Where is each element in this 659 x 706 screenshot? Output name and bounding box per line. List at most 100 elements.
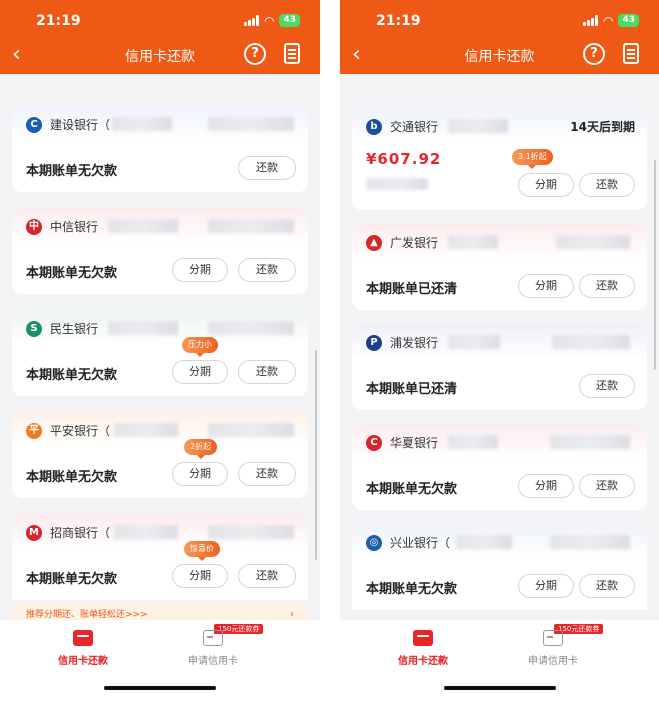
bank-logo-icon: ▲: [366, 235, 382, 251]
tab-bar: 信用卡还款 150元还款券 申请信用卡: [0, 620, 320, 706]
header: 21:19 ◠ 43 ‹ 信用卡还款 ?: [340, 0, 659, 74]
bank-logo-icon: C: [26, 117, 42, 133]
repay-button[interactable]: 还款: [238, 156, 296, 180]
bank-name: 建设银行（: [50, 118, 111, 132]
bank-logo-icon: C: [366, 435, 382, 451]
tab-credit-card-repay[interactable]: 信用卡还款: [38, 630, 128, 667]
card-item: S 民生银行 压力小 本期账单无欠款 分期 还款: [12, 310, 308, 396]
bill-status: 本期账单无欠款: [366, 582, 458, 597]
installment-button[interactable]: 分期: [172, 360, 228, 384]
bank-logo-icon: P: [366, 335, 382, 351]
bank-logo-icon: b: [366, 119, 382, 135]
installment-promo-banner[interactable]: 推荐分期还、账单轻松还>>> ›: [12, 604, 308, 620]
card-list[interactable]: b 交通银行 14天后到期 ¥607.92 3.1折起 分期 还款 ▲ 广发银行…: [340, 74, 659, 620]
promo-tag: 2折起: [184, 439, 218, 459]
card-item: P 浦发银行 本期账单已还清 还款: [352, 324, 647, 410]
repay-button[interactable]: 还款: [238, 564, 296, 588]
page-title: 信用卡还款: [464, 49, 535, 65]
help-icon[interactable]: ?: [244, 43, 266, 65]
tab-label: 申请信用卡: [188, 656, 238, 667]
bank-name: 招商银行（: [50, 526, 111, 540]
bank-logo-icon: 中: [26, 219, 42, 235]
status-bar: 21:19 ◠ 43: [340, 0, 659, 42]
repay-button[interactable]: 还款: [579, 474, 635, 498]
nav-bar: ‹ 信用卡还款 ?: [340, 42, 659, 74]
card-apply-icon: [203, 630, 223, 646]
status-bar: 21:19 ◠ 43: [0, 0, 320, 42]
card-item: M 招商银行（ 惊喜价 本期账单无欠款 分期 还款: [12, 514, 308, 600]
repay-button[interactable]: 还款: [579, 574, 635, 598]
battery-icon: 43: [618, 14, 639, 27]
bank-logo-icon: S: [26, 321, 42, 337]
bill-amount: ¥607.92: [366, 150, 442, 168]
card-item: C 华夏银行 本期账单无欠款 分期 还款: [352, 424, 647, 510]
promo-text: 推荐分期还、账单轻松还>>>: [26, 610, 148, 620]
bank-logo-icon: ◎: [366, 535, 382, 551]
bill-status: 本期账单无欠款: [26, 266, 118, 281]
tab-apply-card[interactable]: 150元还款券 申请信用卡: [508, 624, 604, 667]
repay-button[interactable]: 还款: [238, 360, 296, 384]
promo-tag: 3.1折起: [512, 149, 553, 169]
tab-credit-card-repay[interactable]: 信用卡还款: [378, 630, 468, 667]
card-item: ◎ 兴业银行（ 本期账单无欠款 分期 还款: [352, 524, 647, 610]
tab-label: 申请信用卡: [528, 656, 578, 667]
installment-button[interactable]: 分期: [518, 474, 574, 498]
chevron-right-icon: ›: [290, 609, 294, 620]
tab-label: 信用卡还款: [398, 656, 448, 667]
header: 21:19 ◠ 43 ‹ 信用卡还款 ?: [0, 0, 320, 74]
bill-status: 本期账单无欠款: [26, 572, 118, 587]
installment-button[interactable]: 分期: [518, 274, 574, 298]
bank-name: 兴业银行（: [390, 536, 451, 550]
card-item: ▲ 广发银行 本期账单已还清 分期 还款: [352, 224, 647, 310]
card-apply-icon: [543, 630, 563, 646]
right-screen: 21:19 ◠ 43 ‹ 信用卡还款 ? b 交通银行 14天后到期 ¥607.…: [340, 0, 659, 706]
repay-button[interactable]: 还款: [238, 462, 296, 486]
bill-status: 本期账单无欠款: [366, 482, 458, 497]
bank-name: 华夏银行: [390, 436, 439, 450]
status-time: 21:19: [376, 13, 421, 29]
promo-tag: 惊喜价: [184, 541, 220, 561]
bank-name: 广发银行: [390, 236, 439, 250]
bill-status: 本期账单无欠款: [26, 368, 118, 383]
repay-button[interactable]: 还款: [579, 374, 635, 398]
bank-logo-icon: M: [26, 525, 42, 541]
card-repay-icon: [413, 630, 433, 646]
bank-name: 浦发银行: [390, 336, 439, 350]
repay-button[interactable]: 还款: [579, 274, 635, 298]
due-date: 14天后到期: [570, 120, 635, 134]
promo-tag: 压力小: [182, 337, 218, 357]
tab-bar: 信用卡还款 150元还款券 申请信用卡: [340, 620, 659, 706]
card-repay-icon: [73, 630, 93, 646]
nav-bar: ‹ 信用卡还款 ?: [0, 42, 320, 74]
installment-button[interactable]: 分期: [518, 574, 574, 598]
bill-list-icon[interactable]: [284, 43, 300, 64]
card-item: 中 中信银行 本期账单无欠款 分期 还款: [12, 208, 308, 294]
bank-name: 中信银行: [50, 220, 99, 234]
bill-status: 本期账单无欠款: [26, 164, 118, 179]
bill-list-icon[interactable]: [623, 43, 639, 64]
wifi-icon: ◠: [602, 13, 614, 28]
installment-button[interactable]: 分期: [518, 173, 574, 197]
repay-button[interactable]: 还款: [238, 258, 296, 282]
installment-button[interactable]: 分期: [172, 564, 228, 588]
card-list[interactable]: C 建设银行（ 本期账单无欠款 还款 中 中信银行 本期账单无欠款 分期 还款 …: [0, 74, 320, 620]
bank-name: 平安银行（: [50, 424, 111, 438]
battery-icon: 43: [279, 14, 300, 27]
repay-button[interactable]: 还款: [579, 173, 635, 197]
bank-name: 民生银行: [50, 322, 99, 336]
installment-button[interactable]: 分期: [172, 258, 228, 282]
help-icon[interactable]: ?: [583, 43, 605, 65]
card-item: 平 平安银行（ 2折起 本期账单无欠款 分期 还款: [12, 412, 308, 498]
home-indicator: [104, 686, 216, 690]
status-time: 21:19: [36, 13, 81, 29]
cell-signal-icon: [243, 15, 259, 26]
tab-apply-card[interactable]: 150元还款券 申请信用卡: [168, 624, 264, 667]
scrollbar[interactable]: [315, 350, 317, 560]
installment-button[interactable]: 分期: [172, 462, 228, 486]
card-item: b 交通银行 14天后到期 ¥607.92 3.1折起 分期 还款: [352, 108, 647, 210]
scrollbar[interactable]: [654, 160, 656, 370]
bill-status: 本期账单已还清: [366, 382, 458, 397]
bank-logo-icon: 平: [26, 423, 42, 439]
left-screen: 21:19 ◠ 43 ‹ 信用卡还款 ? C 建设银行（ 本期账单无欠款 还款: [0, 0, 320, 706]
home-indicator: [443, 686, 556, 690]
